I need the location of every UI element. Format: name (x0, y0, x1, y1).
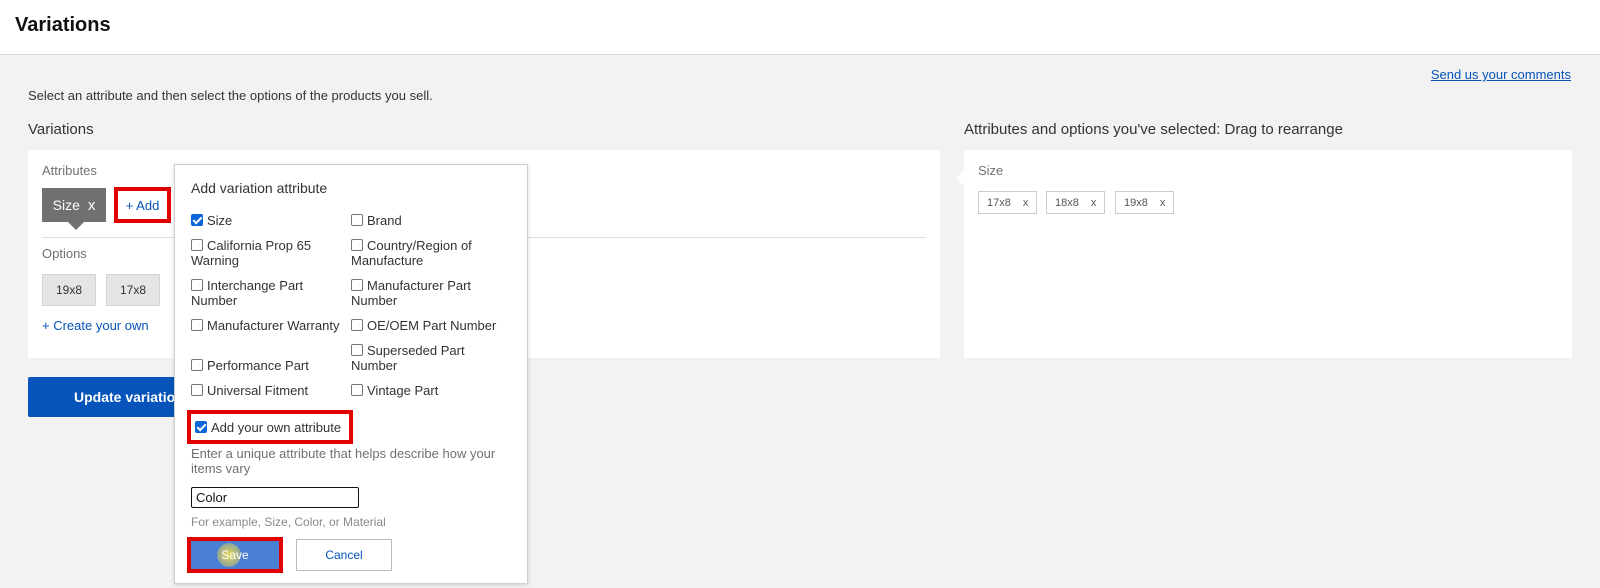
variations-section-title: Variations (28, 121, 94, 138)
checkbox-size[interactable]: Size (191, 213, 232, 228)
selected-option-chip[interactable]: 17x8 x (978, 191, 1038, 214)
checkbox-universal-fitment[interactable]: Universal Fitment (191, 383, 308, 398)
option-chip[interactable]: 17x8 (106, 274, 160, 306)
checkbox-label: California Prop 65 Warning (191, 238, 312, 268)
add-attribute-link[interactable]: + Add (114, 187, 171, 223)
checkbox-icon[interactable] (191, 384, 203, 396)
selected-option-chip[interactable]: 18x8 x (1046, 191, 1106, 214)
checkbox-icon[interactable] (351, 239, 363, 251)
checkbox-icon[interactable] (191, 319, 203, 331)
checkbox-manufacturer-part-number[interactable]: Manufacturer Part Number (351, 278, 501, 308)
selected-option-label: 17x8 (987, 196, 1011, 209)
selected-panel: Size 17x8 x 18x8 x 19x8 x (956, 150, 1572, 358)
checkbox-superseded-part-number[interactable]: Superseded Part Number (351, 343, 481, 373)
attribute-chip-size[interactable]: Size x (42, 188, 106, 230)
checkbox-label: Superseded Part Number (351, 343, 465, 373)
checkbox-icon[interactable] (191, 239, 203, 251)
selected-option-label: 19x8 (1124, 196, 1148, 209)
selected-section-title: Attributes and options you've selected: … (964, 121, 1343, 138)
checkbox-icon[interactable] (351, 214, 363, 226)
checkbox-label: OE/OEM Part Number (367, 318, 497, 333)
checkbox-label: Size (207, 213, 233, 228)
checkbox-label: Country/Region of Manufacture (351, 238, 472, 268)
attributes-label: Attributes (42, 163, 97, 178)
attribute-chip-label: Size (52, 197, 80, 213)
selected-attribute-name: Size (978, 163, 1004, 178)
selected-option-chip[interactable]: 19x8 x (1115, 191, 1175, 214)
popup-title: Add variation attribute (191, 180, 328, 196)
checkbox-label: Add your own attribute (211, 420, 342, 435)
page-title: Variations (15, 14, 111, 36)
checkbox-label: Interchange Part Number (191, 278, 304, 308)
checkbox-label: Brand (367, 213, 402, 228)
remove-option-icon[interactable]: x (1091, 197, 1097, 209)
checkbox-label: Manufacturer Warranty (207, 318, 340, 333)
checkbox-oe-oem-part-number[interactable]: OE/OEM Part Number (351, 318, 496, 333)
checkbox-icon[interactable] (351, 344, 363, 356)
checkbox-country-region[interactable]: Country/Region of Manufacture (351, 238, 511, 268)
checkbox-label: Vintage Part (367, 383, 439, 398)
checkbox-checked-icon[interactable] (195, 421, 207, 433)
checkbox-icon[interactable] (351, 384, 363, 396)
checkbox-manufacturer-warranty[interactable]: Manufacturer Warranty (191, 318, 339, 333)
selected-option-label: 18x8 (1055, 196, 1079, 209)
checkbox-label: Universal Fitment (207, 383, 309, 398)
attribute-name-input[interactable] (191, 487, 359, 508)
create-own-link[interactable]: + Create your own (42, 318, 149, 333)
own-attribute-hint: Enter a unique attribute that helps desc… (191, 446, 496, 476)
checkbox-label: Manufacturer Part Number (351, 278, 472, 308)
checkbox-interchange-part-number[interactable]: Interchange Part Number (191, 278, 331, 308)
checkbox-icon[interactable] (351, 279, 363, 291)
update-variations-button[interactable]: Update variations (28, 377, 198, 417)
add-own-attribute-highlight: Add your own attribute (187, 410, 353, 444)
remove-attribute-icon[interactable]: x (88, 197, 96, 214)
checkbox-icon[interactable] (351, 319, 363, 331)
checkbox-label: Performance Part (207, 358, 309, 373)
send-comments-link[interactable]: Send us your comments (1431, 67, 1571, 82)
option-chip[interactable]: 19x8 (42, 274, 96, 306)
checkbox-performance-part[interactable]: Performance Part (191, 358, 309, 373)
checkbox-california-prop-65[interactable]: California Prop 65 Warning (191, 238, 341, 268)
options-label: Options (42, 246, 87, 261)
top-bar: Variations (0, 0, 1600, 55)
checkbox-vintage-part[interactable]: Vintage Part (351, 383, 438, 398)
save-button[interactable]: Save (191, 541, 279, 569)
cancel-button[interactable]: Cancel (296, 539, 392, 571)
remove-option-icon[interactable]: x (1160, 197, 1166, 209)
save-button-label: Save (221, 548, 249, 562)
remove-option-icon[interactable]: x (1023, 197, 1029, 209)
checkbox-brand[interactable]: Brand (351, 213, 402, 228)
checkbox-checked-icon[interactable] (191, 214, 203, 226)
intro-text: Select an attribute and then select the … (28, 88, 433, 103)
checkbox-add-own-attribute[interactable]: Add your own attribute (195, 420, 341, 435)
example-text: For example, Size, Color, or Material (191, 515, 386, 529)
checkbox-icon[interactable] (191, 279, 203, 291)
save-button-highlight: Save (187, 537, 283, 573)
checkbox-icon[interactable] (191, 359, 203, 371)
add-variation-attribute-popup: Add variation attribute Size Brand Calif… (174, 164, 528, 584)
